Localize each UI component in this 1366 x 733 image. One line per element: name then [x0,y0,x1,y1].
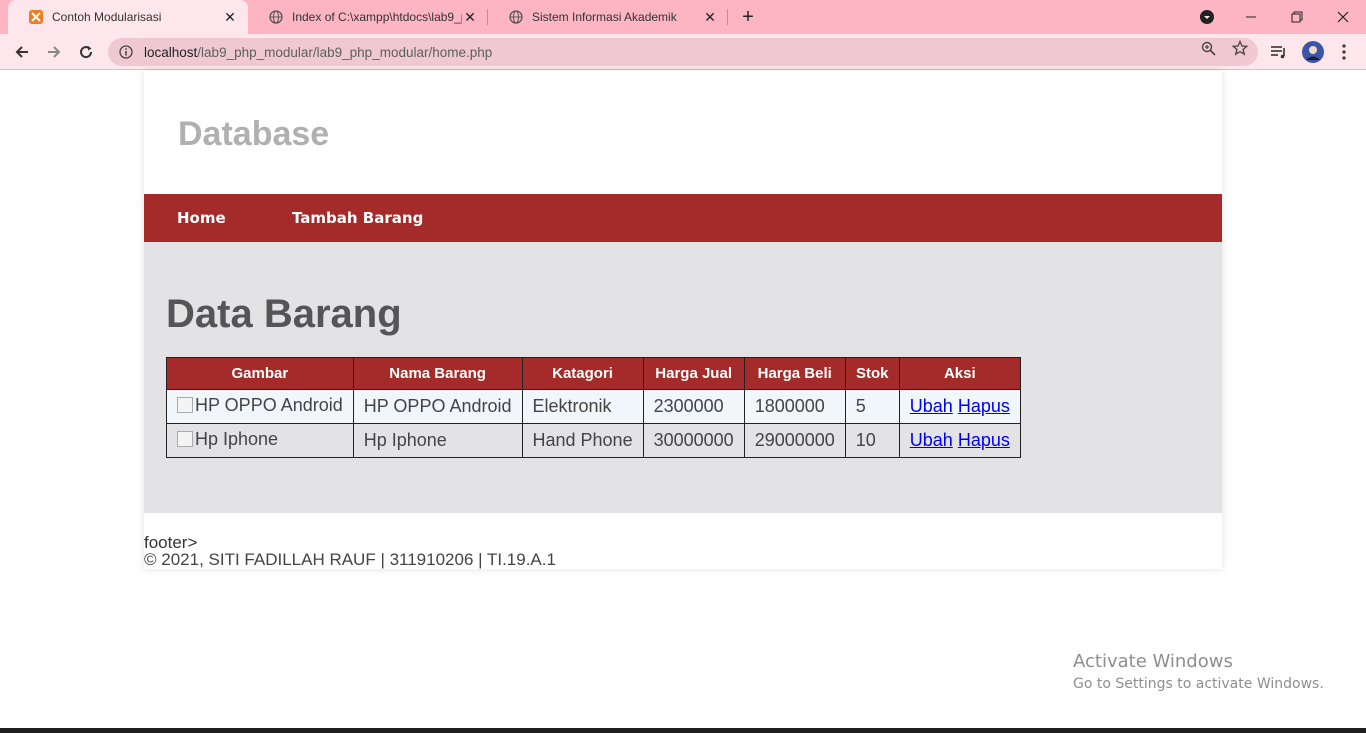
cell-stok: 10 [844,423,900,458]
column-header: Gambar [166,357,354,390]
site-nav: Home Tambah Barang [144,194,1222,242]
column-header: Harga Jual [642,357,745,390]
cell-kategori: Hand Phone [521,423,644,458]
minimize-icon[interactable] [1228,0,1274,34]
cell-nama-barang: Hp Iphone [352,423,523,458]
site-container: Database Home Tambah Barang Data Barang … [144,71,1222,569]
browser-toolbar: localhost/lab9_php_modular/lab9_php_modu… [0,34,1366,70]
ubah-link[interactable]: Ubah [910,396,953,416]
cell-aksi: Ubah Hapus [898,389,1021,424]
close-tab-icon[interactable]: ✕ [702,9,718,25]
cell-harga-jual: 30000000 [642,423,745,458]
menu-kebab-icon[interactable] [1334,42,1354,62]
new-tab-icon[interactable]: + [738,6,758,28]
main-content: Data Barang Gambar Nama Barang Katagori … [144,242,1222,513]
globe-icon [508,9,524,25]
cell-harga-jual: 2300000 [642,389,745,424]
page-title: Data Barang [166,292,402,336]
xampp-icon [28,9,44,25]
nav-tambah-barang-link[interactable]: Tambah Barang [292,209,423,227]
table-row: Hp Iphone Hp Iphone Hand Phone 30000000 … [166,423,1021,458]
nav-home-link[interactable]: Home [177,209,226,227]
table-row: HP OPPO Android HP OPPO Android Elektron… [166,389,1021,424]
tab-sistem-informasi-akademik[interactable]: Sistem Informasi Akademik ✕ [488,0,728,34]
cell-harga-beli: 29000000 [743,423,846,458]
ubah-link[interactable]: Ubah [910,430,953,450]
cell-gambar: Hp Iphone [166,423,354,458]
site-header: Database [144,71,1222,194]
tab-index-of[interactable]: Index of C:\xampp\htdocs\lab9_p ✕ [248,0,488,34]
column-header: Stok [844,357,900,390]
bookmark-star-icon[interactable] [1232,40,1248,56]
address-bar[interactable]: localhost/lab9_php_modular/lab9_php_modu… [108,38,1258,66]
cell-stok: 5 [844,389,900,424]
reload-icon[interactable] [74,40,98,64]
browser-tab-strip: Contoh Modularisasi ✕ Index of C:\xampp\… [0,0,1366,34]
tab-title: Index of C:\xampp\htdocs\lab9_p [292,10,462,24]
url-path: /lab9_php_modular/lab9_php_modular/home.… [197,44,493,60]
watermark-title: Activate Windows [1073,651,1233,672]
forward-arrow-icon[interactable] [42,40,66,64]
watermark-subtitle: Go to Settings to activate Windows. [1073,676,1324,692]
back-arrow-icon[interactable] [10,40,34,64]
close-tab-icon[interactable]: ✕ [222,9,238,25]
tab-contoh-modularisasi[interactable]: Contoh Modularisasi ✕ [8,0,248,34]
cell-harga-beli: 1800000 [743,389,846,424]
tab-separator [727,9,728,25]
table-header-row: Gambar Nama Barang Katagori Harga Jual H… [166,357,1021,390]
hapus-link[interactable]: Hapus [958,396,1010,416]
cell-aksi: Ubah Hapus [898,423,1021,458]
data-table: Gambar Nama Barang Katagori Harga Jual H… [166,357,1021,458]
tab-search-icon[interactable] [1184,0,1230,34]
column-header: Nama Barang [352,357,523,390]
image-alt-text: HP OPPO Android [195,394,343,415]
url-text: localhost/lab9_php_modular/lab9_php_modu… [144,45,492,60]
broken-image-icon: Hp Iphone [177,429,278,450]
zoom-icon[interactable] [1200,40,1216,56]
cell-kategori: Elektronik [521,389,644,424]
tab-title: Sistem Informasi Akademik [532,10,677,24]
site-title: Database [178,115,330,153]
media-queue-icon[interactable] [1269,42,1289,62]
broken-image-icon: HP OPPO Android [177,395,343,416]
site-info-icon[interactable] [118,44,134,60]
column-header: Aksi [898,357,1021,390]
cell-gambar: HP OPPO Android [166,389,354,424]
url-host: localhost [144,44,198,60]
restore-icon[interactable] [1274,0,1320,34]
tab-title: Contoh Modularisasi [52,10,162,24]
taskbar-edge [0,728,1366,733]
site-footer: footer> © 2021, SITI FADILLAH RAUF | 311… [144,513,1222,569]
hapus-link[interactable]: Hapus [958,430,1010,450]
footer-copyright: © 2021, SITI FADILLAH RAUF | 311910206 |… [144,550,556,569]
globe-icon [268,9,284,25]
activate-windows-watermark: Activate Windows Go to Settings to activ… [1073,651,1324,692]
window-close-icon[interactable] [1320,0,1366,34]
column-header: Katagori [521,357,644,390]
image-alt-text: Hp Iphone [195,428,279,449]
page-viewport: Database Home Tambah Barang Data Barang … [0,71,1366,733]
column-header: Harga Beli [743,357,846,390]
avatar[interactable] [1301,40,1325,64]
cell-nama-barang: HP OPPO Android [352,389,523,424]
close-tab-icon[interactable]: ✕ [462,9,478,25]
